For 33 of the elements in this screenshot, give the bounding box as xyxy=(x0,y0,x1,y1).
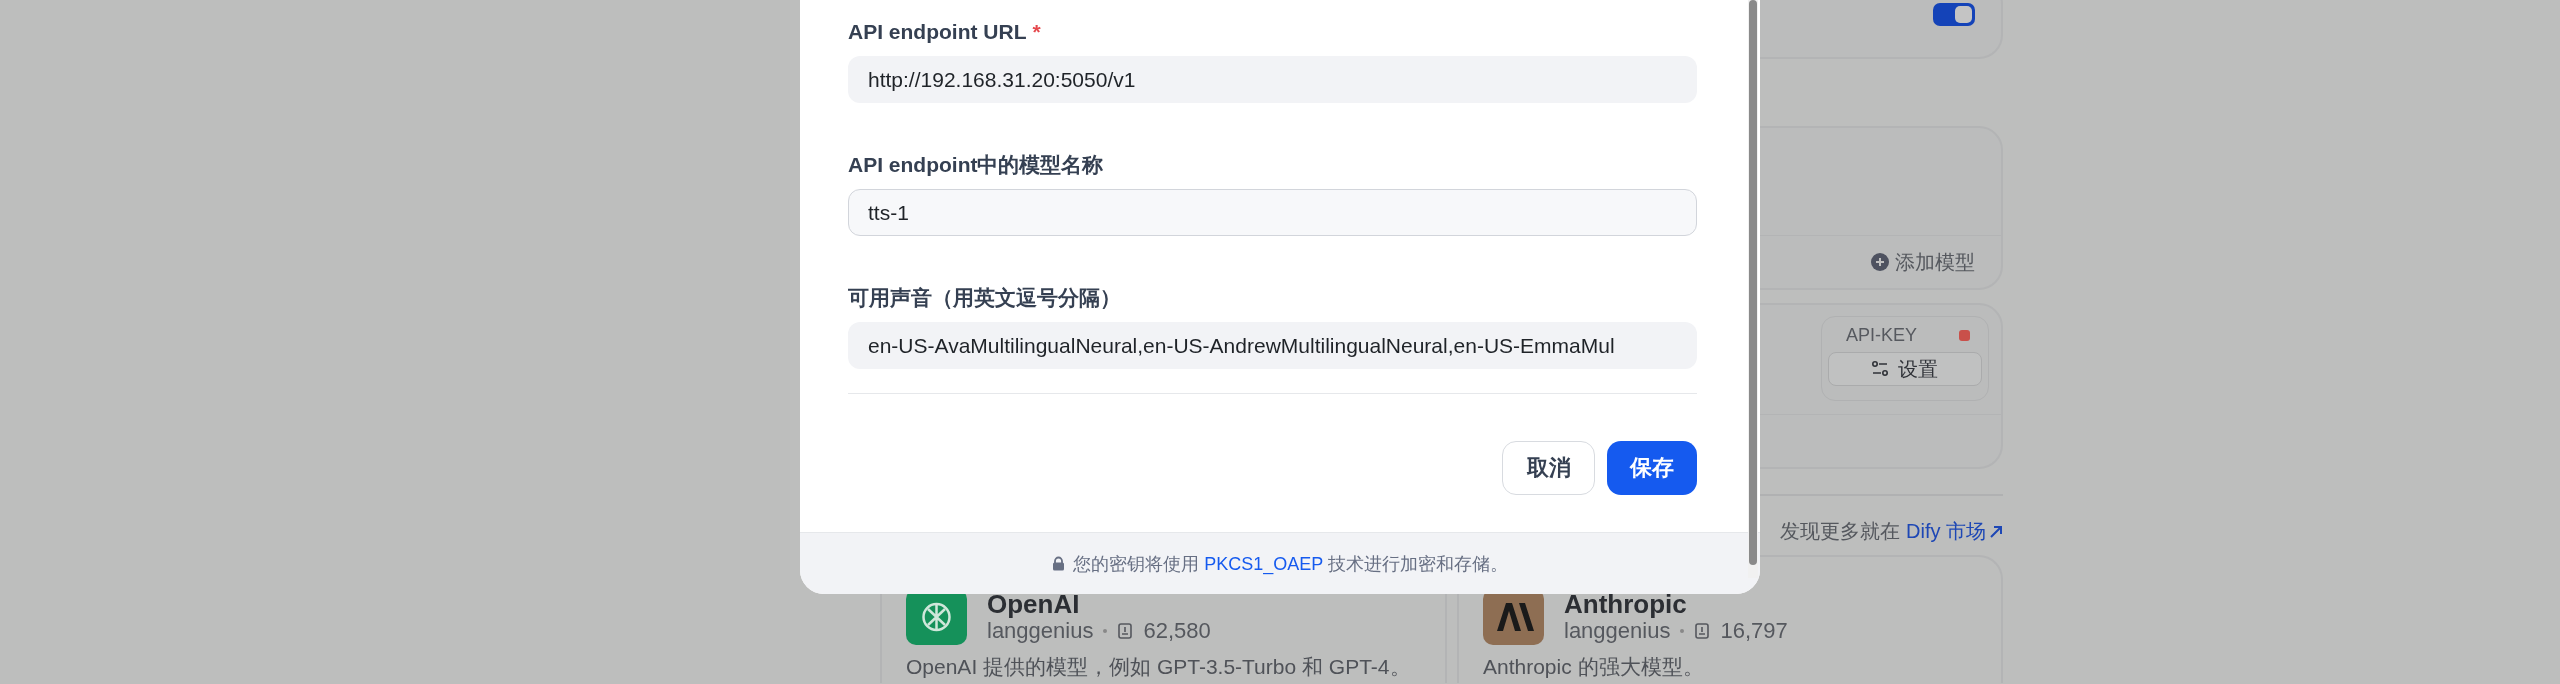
plugin-name: Anthropic xyxy=(1564,590,1688,618)
download-box-icon xyxy=(1694,623,1711,639)
marketplace-link[interactable]: Dify 市场 xyxy=(1906,518,2003,545)
sliders-icon xyxy=(1872,361,1888,377)
scrollbar[interactable] xyxy=(1748,0,1758,578)
plugin-author: langgenius xyxy=(987,618,1094,644)
separator-dot-icon xyxy=(1103,629,1108,633)
external-arrow-icon xyxy=(1989,524,2003,539)
separator-dot-icon xyxy=(1680,629,1685,633)
save-button[interactable]: 保存 xyxy=(1607,441,1697,495)
download-box-icon xyxy=(1117,623,1134,639)
marketplace-text: 发现更多就在 xyxy=(1780,519,1900,544)
plus-circle-icon xyxy=(1871,253,1889,271)
field-label: API endpoint中的模型名称 xyxy=(848,152,1104,178)
field-label: API endpoint URL xyxy=(848,20,1027,44)
add-model-link[interactable]: 添加模型 xyxy=(1895,248,1975,276)
plugin-name: OpenAI xyxy=(987,590,1081,618)
plugin-description: OpenAI 提供的模型，例如 GPT-3.5-Turbo 和 GPT-4。 xyxy=(906,655,1412,679)
lock-icon xyxy=(1052,556,1066,571)
input-field[interactable]: http://192.168.31.20:5050/v1 xyxy=(848,56,1697,103)
plugin-description: Anthropic 的强大模型。 xyxy=(1483,655,1705,679)
credential-label: API-KEY xyxy=(1846,325,1918,346)
field-label: 可用声音（用英文逗号分隔） xyxy=(848,285,1121,311)
settings-button[interactable]: 设置 xyxy=(1828,352,1982,386)
plugin-author: langgenius xyxy=(1564,618,1671,644)
required-asterisk: * xyxy=(1032,20,1041,44)
input-field[interactable]: en-US-AvaMultilingualNeural,en-US-AndrewMultilingualNeural,en-US-EmmaMul xyxy=(848,322,1697,369)
install-count: 16,797 xyxy=(1720,618,1788,644)
input-field[interactable]: tts-1 xyxy=(848,189,1697,236)
cancel-button[interactable]: 取消 xyxy=(1502,441,1595,495)
encryption-link[interactable]: PKCS1_OAEP xyxy=(1204,553,1323,574)
toggle-switch[interactable] xyxy=(1933,3,1975,26)
install-count: 62,580 xyxy=(1143,618,1211,644)
